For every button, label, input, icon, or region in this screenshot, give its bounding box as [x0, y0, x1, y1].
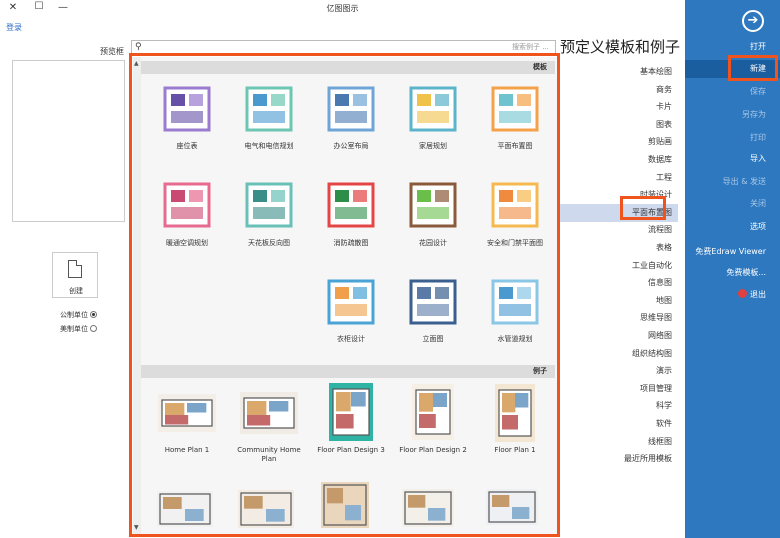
- category-item[interactable]: 基本绘图: [560, 63, 678, 81]
- radio-unselected-icon[interactable]: [90, 325, 97, 332]
- menu-item-11[interactable]: 退出: [685, 286, 780, 304]
- menu-item-label: 另存为: [742, 110, 766, 119]
- categories-title: 预定义模板和例子: [560, 38, 681, 56]
- category-item[interactable]: 商务: [560, 81, 678, 99]
- category-item[interactable]: 工程: [560, 169, 678, 187]
- metric-unit-radio[interactable]: 公制单位: [60, 310, 97, 320]
- document-icon: [68, 260, 82, 278]
- category-item[interactable]: 思维导图: [560, 309, 678, 327]
- menu-item-label: 免费Edraw Viewer: [695, 247, 766, 256]
- category-item[interactable]: 图表: [560, 116, 678, 134]
- highlight-template-panel: [129, 53, 560, 537]
- menu-item-7[interactable]: 关闭: [685, 195, 780, 213]
- category-item[interactable]: 信息图: [560, 274, 678, 292]
- imperial-unit-label: 美制单位: [60, 325, 88, 333]
- create-button[interactable]: 创建: [52, 252, 98, 298]
- search-placeholder: 搜索例子 ...: [512, 43, 549, 51]
- highlight-new-menu: [728, 55, 778, 81]
- preview-box: [12, 60, 125, 222]
- search-box[interactable]: ⚲ 搜索例子 ...: [131, 40, 556, 54]
- menu-item-label: 退出: [750, 290, 766, 299]
- menu-item-5[interactable]: 导入: [685, 150, 780, 168]
- category-item[interactable]: 流程图: [560, 221, 678, 239]
- title-bar: ✕ ☐ — 亿图图示: [0, 0, 685, 18]
- category-item[interactable]: 网络图: [560, 327, 678, 345]
- category-item[interactable]: 卡片: [560, 98, 678, 116]
- category-item[interactable]: 剪贴画: [560, 133, 678, 151]
- menu-item-label: 导出 & 发送: [722, 177, 766, 186]
- preview-label: 预览框: [100, 47, 124, 56]
- highlight-floorplan-category: [620, 196, 666, 220]
- category-item[interactable]: 地图: [560, 292, 678, 310]
- radio-selected-icon[interactable]: [90, 311, 97, 318]
- exit-icon: [738, 289, 747, 298]
- category-item[interactable]: 线框图: [560, 433, 678, 451]
- create-label: 创建: [69, 287, 83, 295]
- menu-item-9[interactable]: 免费Edraw Viewer: [685, 243, 780, 261]
- menu-item-label: 免费模板...: [726, 268, 766, 277]
- imperial-unit-radio[interactable]: 美制单位: [60, 324, 97, 334]
- category-item[interactable]: 软件: [560, 415, 678, 433]
- menu-item-3[interactable]: 另存为: [685, 106, 780, 124]
- menu-item-4[interactable]: 打印: [685, 129, 780, 147]
- window-title: 亿图图示: [326, 4, 359, 13]
- category-item[interactable]: 科学: [560, 397, 678, 415]
- menu-item-6[interactable]: 导出 & 发送: [685, 173, 780, 191]
- menu-item-label: 导入: [750, 154, 766, 163]
- menu-item-label: 保存: [750, 87, 766, 96]
- category-item[interactable]: 项目管理: [560, 380, 678, 398]
- menu-item-label: 打开: [750, 42, 766, 51]
- menu-item-2[interactable]: 保存: [685, 83, 780, 101]
- category-item[interactable]: 演示: [560, 362, 678, 380]
- metric-unit-label: 公制单位: [60, 311, 88, 319]
- menu-item-label: 打印: [750, 133, 766, 142]
- menu-item-8[interactable]: 选项: [685, 218, 780, 236]
- category-item[interactable]: 表格: [560, 239, 678, 257]
- category-item[interactable]: 数据库: [560, 151, 678, 169]
- menu-item-label: 关闭: [750, 199, 766, 208]
- menu-item-0[interactable]: 打开: [685, 38, 780, 56]
- menu-item-label: 选项: [750, 222, 766, 231]
- category-item[interactable]: 工业自动化: [560, 257, 678, 275]
- menu-item-10[interactable]: 免费模板...: [685, 264, 780, 282]
- search-icon[interactable]: ⚲: [135, 42, 142, 52]
- login-link[interactable]: 登录: [6, 22, 22, 33]
- back-arrow-icon[interactable]: ➔: [742, 10, 764, 32]
- category-item[interactable]: 最近所用模板: [560, 450, 678, 468]
- category-item[interactable]: 组织结构图: [560, 345, 678, 363]
